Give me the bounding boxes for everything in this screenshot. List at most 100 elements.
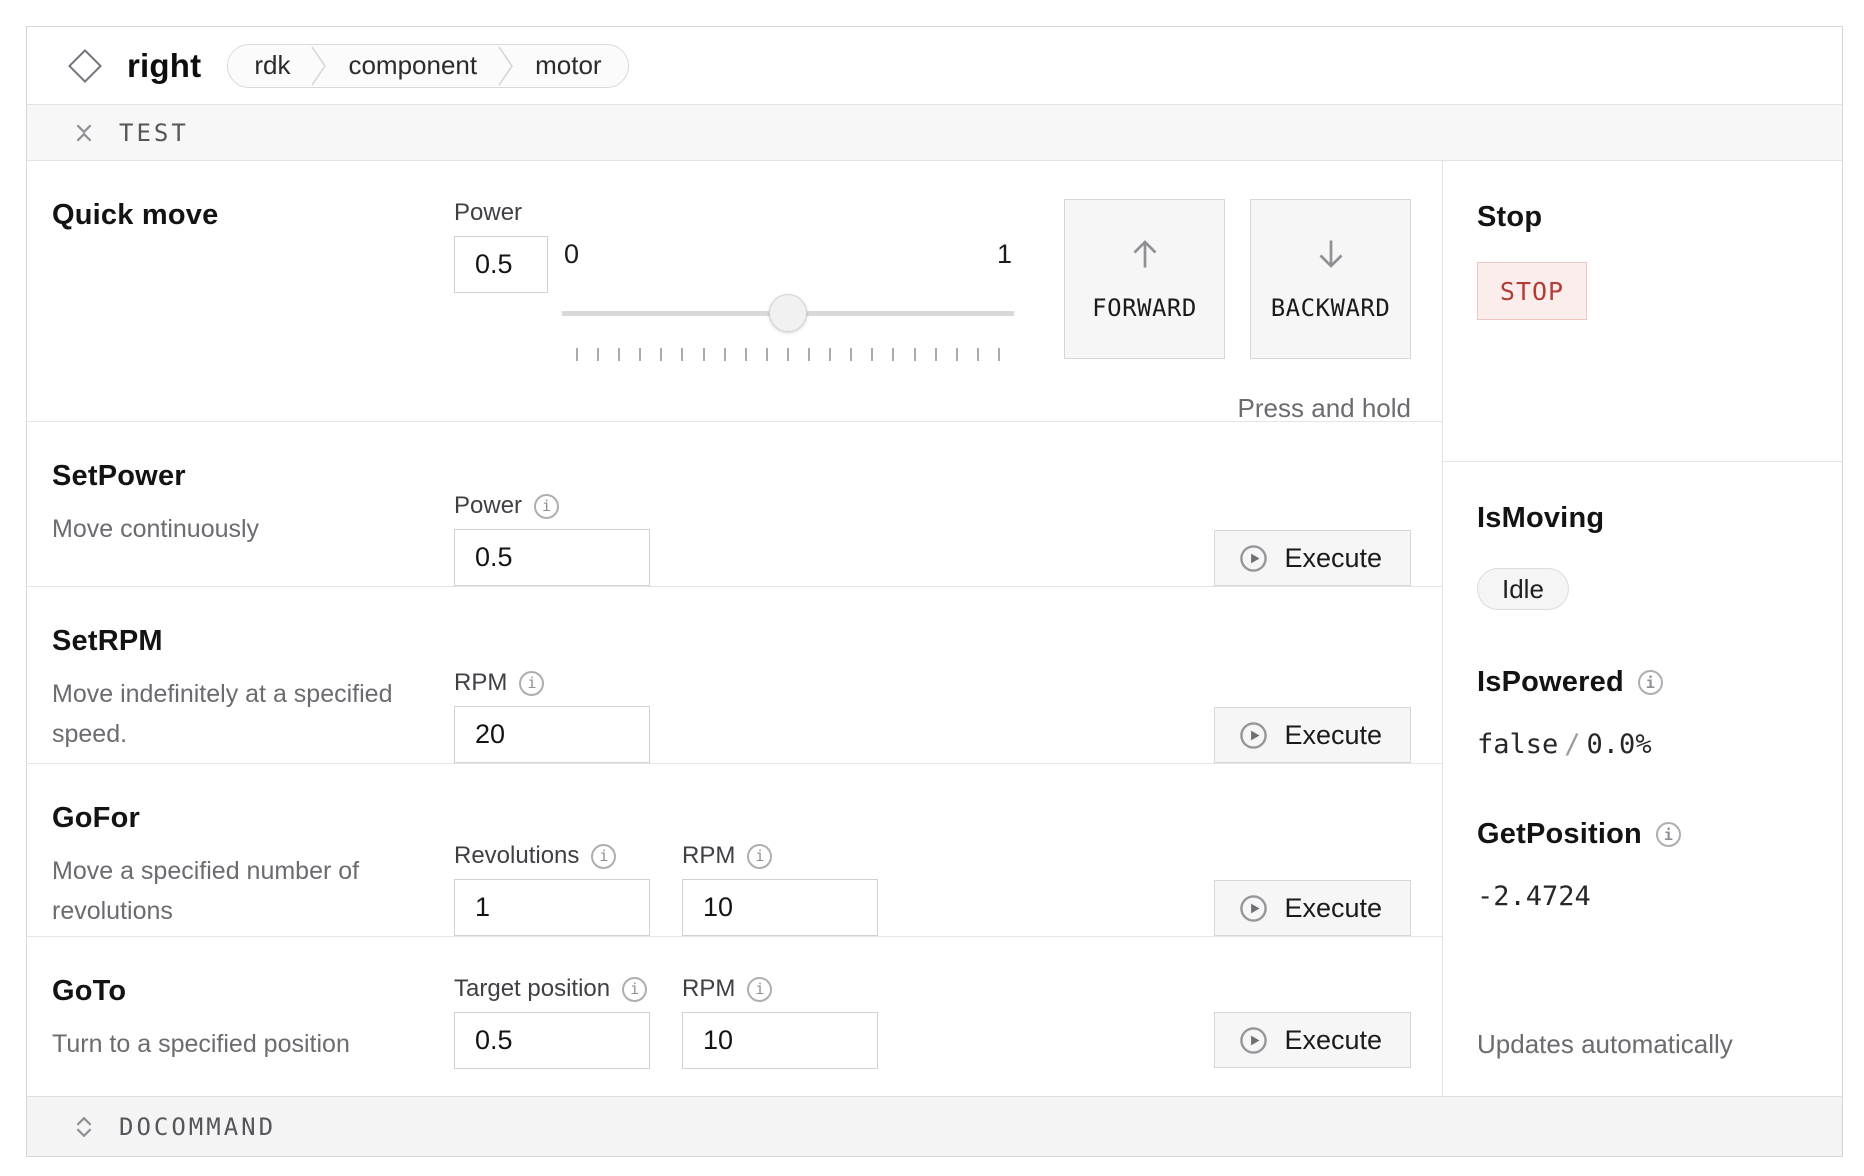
goto-description: Turn to a specified position — [52, 1024, 430, 1064]
chevron-right-icon — [310, 45, 328, 87]
stop-heading: Stop — [1477, 201, 1812, 234]
docommand-section-header[interactable]: DOCOMMAND — [27, 1096, 1842, 1156]
backward-button[interactable]: BACKWARD — [1250, 199, 1411, 359]
slider-tick — [660, 348, 662, 361]
power-label: Power — [454, 199, 522, 227]
info-icon[interactable]: i — [747, 977, 772, 1002]
setpower-row: SetPower Move continuously Power i — [27, 422, 1442, 587]
slider-tick — [871, 348, 873, 361]
slider-tick — [576, 348, 578, 361]
slider-tick — [703, 348, 705, 361]
slider-tick — [956, 348, 958, 361]
gofor-revolutions-input[interactable] — [454, 879, 650, 936]
setpower-heading: SetPower — [52, 460, 430, 493]
setpower-execute-button[interactable]: Execute — [1214, 530, 1411, 586]
power-label: Power — [454, 492, 522, 520]
slider-track[interactable] — [562, 294, 1014, 332]
goto-row: GoTo Turn to a specified position Target… — [27, 937, 1442, 1096]
slider-tick — [639, 348, 641, 361]
play-circle-icon — [1239, 894, 1268, 923]
play-circle-icon — [1239, 721, 1268, 750]
slider-tick — [998, 348, 1000, 361]
slider-tick — [618, 348, 620, 361]
forward-button-label: FORWARD — [1092, 294, 1197, 322]
power-slider: 0 1 — [562, 239, 1014, 361]
expand-icon[interactable] — [73, 1115, 95, 1139]
stop-section: Stop STOP — [1443, 161, 1842, 462]
getposition-value: -2.4724 — [1477, 881, 1812, 912]
info-icon[interactable]: i — [747, 844, 772, 869]
motor-panel: right rdk component motor TEST Quick mov… — [26, 26, 1843, 1157]
quick-move-power-input[interactable] — [454, 236, 548, 293]
press-and-hold-hint: Press and hold — [1064, 393, 1411, 424]
slider-max-label: 1 — [997, 239, 1012, 270]
gofor-rpm-input[interactable] — [682, 879, 878, 936]
goto-rpm-input[interactable] — [682, 1012, 878, 1069]
collapse-icon[interactable] — [73, 121, 95, 145]
panel-header: right rdk component motor — [27, 27, 1842, 104]
breadcrumb-item-rdk[interactable]: rdk — [228, 45, 310, 87]
gofor-row: GoFor Move a specified number of revolut… — [27, 764, 1442, 937]
goto-target-position-input[interactable] — [454, 1012, 650, 1069]
slider-tick — [766, 348, 768, 361]
setrpm-row: SetRPM Move indefinitely at a specified … — [27, 587, 1442, 764]
arrow-down-icon — [1313, 236, 1349, 272]
slider-tick — [914, 348, 916, 361]
slider-tick — [808, 348, 810, 361]
goto-execute-button[interactable]: Execute — [1214, 1012, 1411, 1068]
test-section-header[interactable]: TEST — [27, 104, 1842, 161]
test-section-label: TEST — [119, 119, 189, 147]
execute-button-label: Execute — [1284, 1025, 1382, 1056]
slider-min-label: 0 — [564, 239, 579, 270]
slider-tick — [724, 348, 726, 361]
test-controls: Quick move Power 0 1 — [27, 161, 1443, 1096]
setrpm-description: Move indefinitely at a specified speed. — [52, 674, 430, 754]
slider-tick — [892, 348, 894, 361]
backward-button-label: BACKWARD — [1271, 294, 1391, 322]
status-section: IsMoving Idle IsPowered i false/0.0% Get… — [1443, 462, 1842, 1096]
setrpm-heading: SetRPM — [52, 625, 430, 658]
execute-button-label: Execute — [1284, 543, 1382, 574]
docommand-section-label: DOCOMMAND — [119, 1113, 276, 1141]
info-icon[interactable]: i — [534, 494, 559, 519]
rpm-label: RPM — [454, 669, 507, 697]
slider-ticks — [562, 348, 1014, 361]
goto-heading: GoTo — [52, 975, 430, 1008]
execute-button-label: Execute — [1284, 893, 1382, 924]
setrpm-execute-button[interactable]: Execute — [1214, 707, 1411, 763]
quick-move-heading: Quick move — [52, 199, 430, 232]
revolutions-label: Revolutions — [454, 842, 579, 870]
slider-tick — [597, 348, 599, 361]
setrpm-rpm-input[interactable] — [454, 706, 650, 763]
chevron-right-icon — [497, 45, 515, 87]
gofor-execute-button[interactable]: Execute — [1214, 880, 1411, 936]
component-diamond-icon — [68, 49, 102, 83]
info-icon[interactable]: i — [1656, 822, 1681, 847]
info-icon[interactable]: i — [519, 671, 544, 696]
breadcrumb: rdk component motor — [227, 44, 628, 88]
rpm-label: RPM — [682, 975, 735, 1003]
updates-automatically-note: Updates automatically — [1477, 1029, 1812, 1060]
ismoving-status-badge: Idle — [1477, 568, 1569, 610]
breadcrumb-item-component[interactable]: component — [328, 45, 497, 87]
setpower-power-input[interactable] — [454, 529, 650, 586]
info-icon[interactable]: i — [591, 844, 616, 869]
gofor-description: Move a specified number of revolutions — [52, 851, 430, 931]
play-circle-icon — [1239, 544, 1268, 573]
breadcrumb-item-motor[interactable]: motor — [515, 45, 627, 87]
quick-move-row: Quick move Power 0 1 — [27, 161, 1442, 422]
setpower-description: Move continuously — [52, 509, 430, 549]
slider-tick — [829, 348, 831, 361]
component-title: right — [127, 47, 201, 85]
slider-tick — [787, 348, 789, 361]
info-icon[interactable]: i — [1638, 670, 1663, 695]
rpm-label: RPM — [682, 842, 735, 870]
info-icon[interactable]: i — [622, 977, 647, 1002]
slider-thumb[interactable] — [769, 294, 807, 332]
getposition-heading: GetPosition — [1477, 818, 1642, 851]
stop-button[interactable]: STOP — [1477, 262, 1587, 320]
execute-button-label: Execute — [1284, 720, 1382, 751]
arrow-up-icon — [1127, 236, 1163, 272]
slider-tick — [850, 348, 852, 361]
forward-button[interactable]: FORWARD — [1064, 199, 1225, 359]
